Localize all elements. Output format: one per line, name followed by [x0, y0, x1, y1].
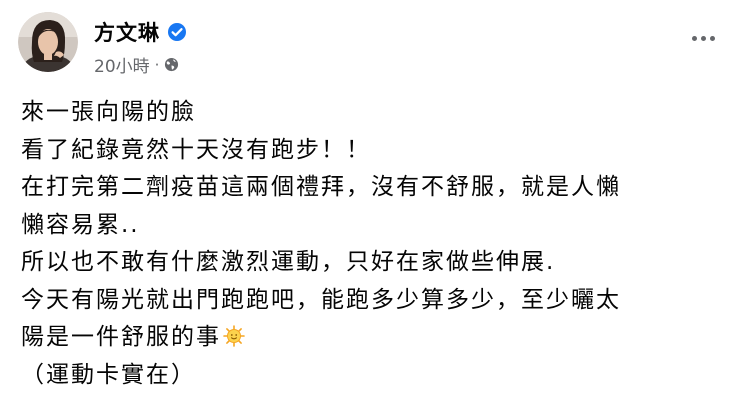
more-dot [700, 35, 706, 41]
post-line-with-emoji: 陽是一件舒服的事 [21, 319, 721, 357]
post-line: 今天有陽光就出門跑跑吧，能跑多少算多少，至少曬太 [21, 286, 621, 313]
sun-with-face-emoji [223, 322, 245, 347]
separator-dot: · [154, 55, 160, 74]
more-dot [709, 35, 715, 41]
author-avatar[interactable] [18, 12, 78, 72]
post-line: 懶容易累.. [21, 211, 140, 238]
post-line: 來一張向陽的臉 [21, 99, 196, 125]
author-row: 方文琳 [94, 17, 187, 47]
facebook-post: 方文琳 20小時 · 來一張向陽的臉 看了紀錄竟然十天沒有跑步！！ 在打完第二劑… [0, 0, 743, 404]
post-line: 看了紀錄竟然十天沒有跑步！！ [21, 136, 371, 163]
more-dot [691, 35, 697, 41]
post-line: 所以也不敢有什麼激烈運動，只好在家做些伸展. [21, 249, 556, 275]
author-name[interactable]: 方文琳 [94, 17, 160, 47]
post-line: 在打完第二劑疫苗這兩個禮拜，沒有不舒服，就是人懶 [21, 174, 621, 200]
globe-icon[interactable] [164, 57, 179, 72]
post-timestamp[interactable]: 20小時 [94, 52, 150, 77]
post-body: 來一張向陽的臉 看了紀錄竟然十天沒有跑步！！ 在打完第二劑疫苗這兩個禮拜，沒有不… [21, 94, 721, 394]
post-line: （運動卡實在） [21, 361, 196, 388]
post-meta: 方文琳 20小時 · [94, 17, 187, 77]
post-line-text: 陽是一件舒服的事 [21, 324, 221, 350]
post-time-row: 20小時 · [94, 52, 187, 77]
more-options-icon[interactable] [685, 24, 721, 52]
post-header: 方文琳 20小時 · [18, 12, 187, 77]
verified-badge-icon [167, 22, 187, 42]
